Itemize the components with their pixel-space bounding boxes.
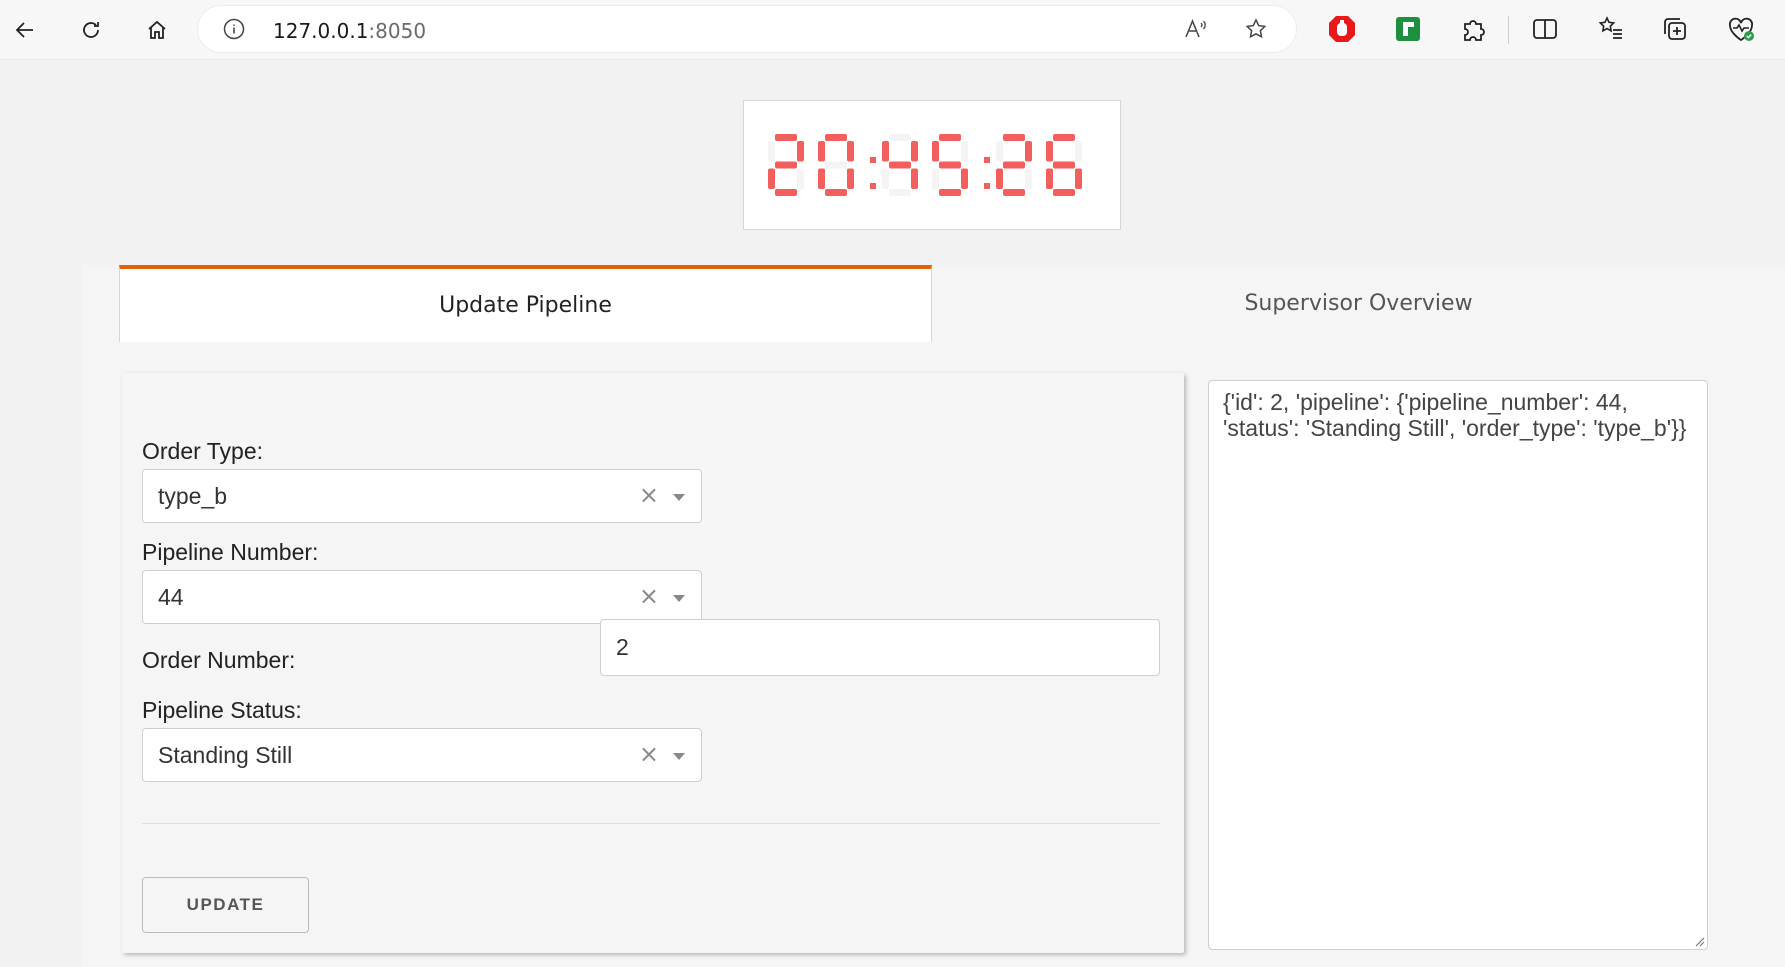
pipeline-number-label: Pipeline Number: bbox=[142, 539, 319, 565]
segment-d bbox=[889, 189, 911, 196]
segment-f bbox=[932, 141, 939, 162]
segment-g bbox=[939, 161, 961, 169]
update-button[interactable]: UPDATE bbox=[142, 877, 309, 933]
segment-c bbox=[1025, 168, 1032, 189]
browser-toolbar: 127.0.0.1:8050 bbox=[0, 0, 1785, 60]
clear-icon[interactable]: × bbox=[639, 740, 659, 768]
colon-dot bbox=[984, 183, 990, 189]
clock-display: 20:45:26 bbox=[743, 100, 1121, 230]
segment-f bbox=[1046, 141, 1053, 162]
segment-e bbox=[932, 168, 939, 189]
favorites-list-icon[interactable] bbox=[1596, 14, 1626, 44]
segment-g bbox=[775, 161, 797, 169]
tab-label: Supervisor Overview bbox=[1244, 290, 1473, 316]
back-arrow-icon bbox=[15, 22, 33, 38]
segment-e bbox=[768, 168, 775, 189]
chevron-down-icon[interactable] bbox=[673, 494, 685, 501]
pipeline-status-label: Pipeline Status: bbox=[142, 697, 302, 723]
segment-e bbox=[882, 168, 889, 189]
adblock-icon[interactable] bbox=[1327, 14, 1357, 44]
pipeline-number-value: 44 bbox=[158, 584, 184, 610]
segment-f bbox=[768, 141, 775, 162]
colon-dot bbox=[870, 157, 876, 163]
segment-b bbox=[1075, 141, 1082, 162]
address-bar[interactable]: 127.0.0.1:8050 bbox=[198, 6, 1296, 52]
colon-dot bbox=[870, 183, 876, 189]
browser-essentials-icon[interactable] bbox=[1726, 14, 1756, 44]
info-icon[interactable] bbox=[222, 17, 246, 41]
segment-a bbox=[1053, 134, 1075, 141]
order-number-label: Order Number: bbox=[142, 647, 296, 673]
segment-f bbox=[882, 141, 889, 162]
tab-label: Update Pipeline bbox=[439, 293, 612, 318]
segment-b bbox=[961, 141, 968, 162]
segment-b bbox=[847, 141, 854, 162]
tab-supervisor-overview[interactable]: Supervisor Overview bbox=[932, 265, 1785, 342]
split-screen-icon[interactable] bbox=[1530, 14, 1560, 44]
segment-a bbox=[1003, 134, 1025, 141]
green-extension-icon[interactable] bbox=[1393, 14, 1423, 44]
puzzle-icon[interactable] bbox=[1459, 14, 1489, 44]
order-number-input[interactable] bbox=[600, 619, 1160, 676]
pipeline-status-dropdown[interactable]: Standing Still × bbox=[142, 728, 702, 782]
segment-e bbox=[818, 168, 825, 189]
segment-c bbox=[797, 168, 804, 189]
tab-update-pipeline[interactable]: Update Pipeline bbox=[119, 265, 932, 342]
order-type-label: Order Type: bbox=[142, 438, 264, 464]
segment-a bbox=[889, 134, 911, 141]
segment-g bbox=[1053, 161, 1075, 169]
update-form-card: Order Type: type_b × Pipeline Number: 44… bbox=[122, 373, 1184, 953]
colon-dot bbox=[984, 157, 990, 163]
segment-a bbox=[825, 134, 847, 141]
segment-g bbox=[1003, 161, 1025, 169]
url-host: 127.0.0.1 bbox=[273, 19, 369, 43]
segment-c bbox=[847, 168, 854, 189]
segment-a bbox=[939, 134, 961, 141]
segment-d bbox=[1003, 189, 1025, 196]
segment-g bbox=[889, 161, 911, 169]
segment-d bbox=[1053, 189, 1075, 196]
segment-f bbox=[996, 141, 1003, 162]
segment-a bbox=[775, 134, 797, 141]
chevron-down-icon[interactable] bbox=[673, 753, 685, 760]
segment-d bbox=[825, 189, 847, 196]
toolbar-separator bbox=[1508, 16, 1509, 44]
segment-d bbox=[939, 189, 961, 196]
url-text[interactable]: 127.0.0.1:8050 bbox=[273, 19, 426, 43]
order-type-value: type_b bbox=[158, 483, 228, 509]
segment-c bbox=[961, 168, 968, 189]
seven-segment-clock bbox=[768, 134, 1082, 196]
resize-grip-icon[interactable] bbox=[1693, 935, 1705, 947]
clear-icon[interactable]: × bbox=[639, 481, 659, 509]
segment-e bbox=[1046, 168, 1053, 189]
segment-g bbox=[825, 161, 847, 169]
pipeline-number-dropdown[interactable]: 44 × bbox=[142, 570, 702, 624]
url-port: :8050 bbox=[368, 19, 427, 43]
back-button[interactable] bbox=[5, 10, 45, 50]
favorite-star-icon[interactable] bbox=[1243, 17, 1269, 41]
segment-b bbox=[911, 141, 918, 162]
collections-icon[interactable] bbox=[1660, 14, 1690, 44]
segment-f bbox=[818, 141, 825, 162]
segment-b bbox=[1025, 141, 1032, 162]
divider bbox=[142, 823, 1160, 824]
segment-e bbox=[996, 168, 1003, 189]
home-icon bbox=[148, 20, 166, 39]
order-type-dropdown[interactable]: type_b × bbox=[142, 469, 702, 523]
clear-icon[interactable]: × bbox=[639, 582, 659, 610]
refresh-button[interactable] bbox=[71, 10, 111, 50]
segment-c bbox=[911, 168, 918, 189]
pipeline-status-value: Standing Still bbox=[158, 742, 293, 768]
chevron-down-icon[interactable] bbox=[673, 595, 685, 602]
segment-c bbox=[1075, 168, 1082, 189]
output-textarea[interactable]: {'id': 2, 'pipeline': {'pipeline_number'… bbox=[1208, 380, 1708, 950]
refresh-icon bbox=[83, 22, 99, 38]
read-aloud-icon[interactable] bbox=[1183, 17, 1209, 41]
segment-d bbox=[775, 189, 797, 196]
home-button[interactable] bbox=[137, 10, 177, 50]
segment-b bbox=[797, 141, 804, 162]
